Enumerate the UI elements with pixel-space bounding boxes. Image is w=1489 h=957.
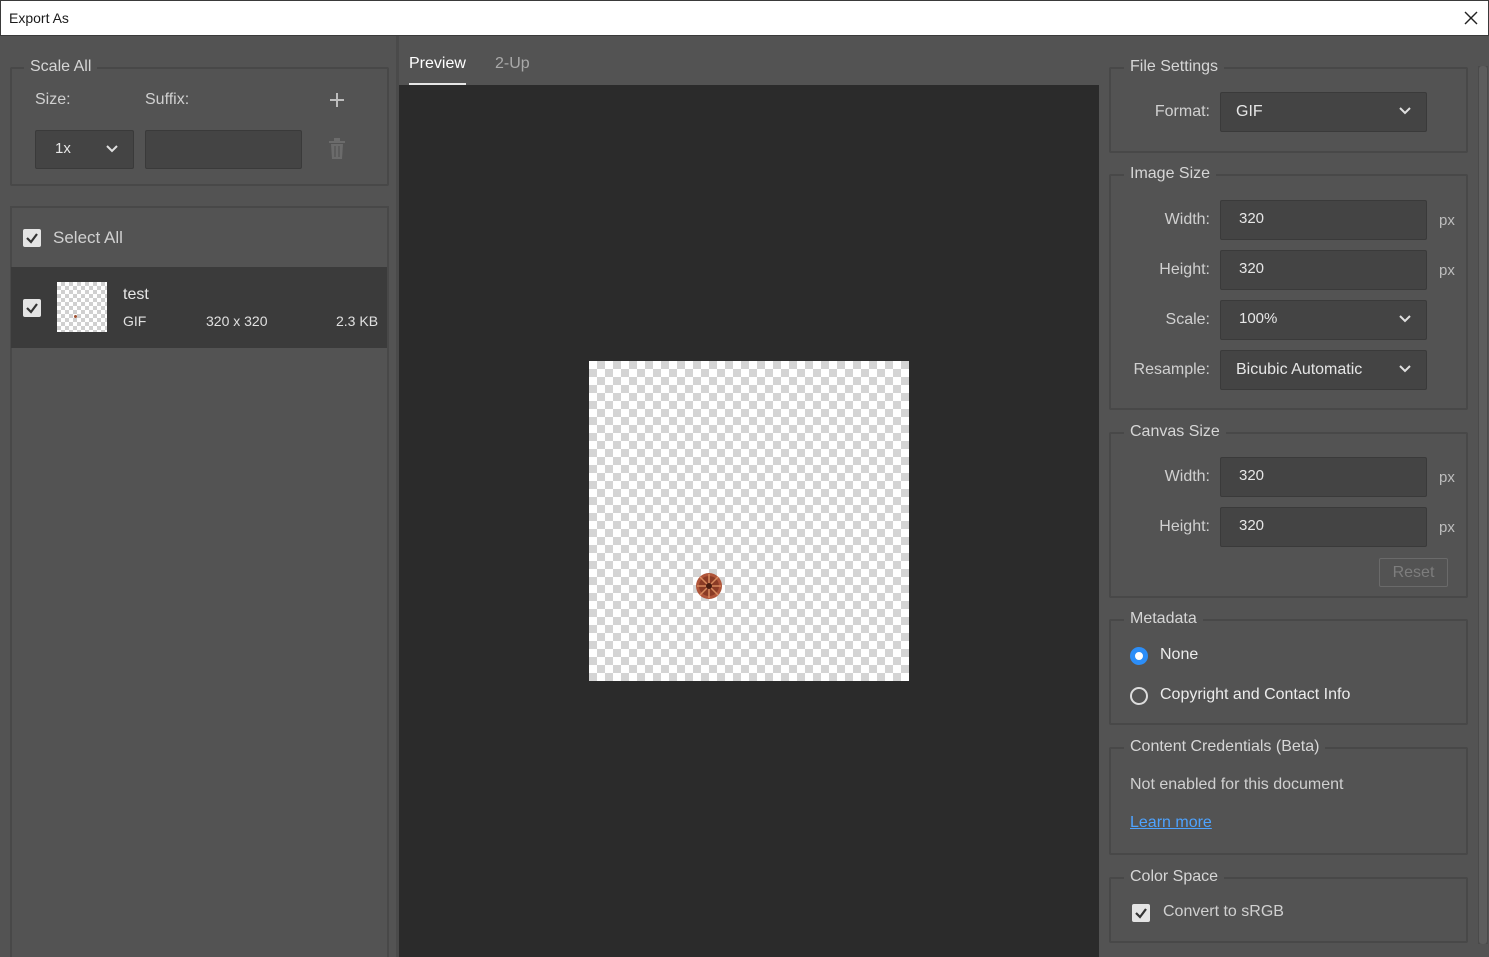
resample-label: Resample: — [1133, 361, 1210, 378]
size-dropdown-value: 1x — [55, 140, 71, 157]
flower-image — [696, 573, 722, 599]
item-format: GIF — [123, 313, 147, 329]
chevron-down-icon — [106, 145, 118, 153]
convert-srgb-checkbox[interactable] — [1132, 904, 1150, 922]
suffix-input[interactable] — [145, 130, 302, 169]
format-label: Format: — [1154, 103, 1210, 120]
item-dimensions: 320 x 320 — [206, 313, 268, 329]
content-credentials-status: Not enabled for this document — [1130, 776, 1344, 793]
scale-all-legend: Scale All — [24, 58, 98, 76]
metadata-copyright-label: Copyright and Contact Info — [1160, 686, 1351, 703]
item-thumbnail — [57, 282, 107, 332]
image-width-unit: px — [1439, 212, 1455, 229]
canvas-height-unit: px — [1439, 519, 1455, 536]
chevron-down-icon — [1399, 315, 1411, 323]
reset-button[interactable]: Reset — [1379, 558, 1448, 587]
check-icon — [26, 233, 38, 244]
resample-dropdown[interactable]: Bicubic Automatic — [1220, 350, 1427, 390]
image-height-label: Height: — [1159, 261, 1210, 278]
image-width-label: Width: — [1164, 211, 1210, 228]
item-name: test — [123, 286, 149, 303]
select-all-checkbox[interactable] — [23, 229, 41, 247]
image-height-unit: px — [1439, 262, 1455, 279]
thumbnail-dot — [74, 315, 77, 318]
metadata-legend: Metadata — [1124, 610, 1203, 628]
metadata-copyright-radio[interactable] — [1130, 687, 1148, 705]
resample-dropdown-value: Bicubic Automatic — [1236, 361, 1363, 378]
tab-preview[interactable]: Preview — [409, 55, 466, 73]
format-dropdown-value: GIF — [1236, 103, 1263, 120]
format-dropdown[interactable]: GIF — [1220, 92, 1427, 132]
window-title: Export As — [9, 10, 69, 26]
size-dropdown[interactable]: 1x — [35, 130, 134, 169]
item-checkbox[interactable] — [23, 299, 41, 317]
image-size-legend: Image Size — [1124, 165, 1217, 183]
scale-dropdown[interactable]: 100% — [1220, 300, 1427, 340]
trash-icon[interactable] — [327, 138, 347, 160]
color-space-legend: Color Space — [1124, 868, 1225, 886]
plus-icon[interactable] — [328, 91, 346, 109]
canvas-height-input[interactable]: 320 — [1220, 507, 1427, 547]
canvas-width-label: Width: — [1164, 468, 1210, 485]
image-width-value: 320 — [1239, 210, 1265, 227]
scrollbar-thumb[interactable] — [1479, 66, 1487, 944]
canvas-width-input[interactable]: 320 — [1220, 457, 1427, 497]
canvas-width-value: 320 — [1239, 467, 1265, 484]
metadata-group — [1109, 619, 1468, 725]
canvas-height-value: 320 — [1239, 517, 1265, 534]
title-bar: Export As — [0, 0, 1489, 36]
metadata-none-radio[interactable] — [1130, 647, 1148, 665]
learn-more-link[interactable]: Learn more — [1130, 814, 1212, 832]
content-credentials-legend: Content Credentials (Beta) — [1124, 738, 1326, 756]
convert-srgb-label: Convert to sRGB — [1163, 903, 1284, 920]
file-settings-legend: File Settings — [1124, 58, 1225, 76]
canvas-size-legend: Canvas Size — [1124, 423, 1226, 441]
image-height-value: 320 — [1239, 260, 1265, 277]
right-panel-scrollbar[interactable] — [1478, 66, 1488, 944]
tab-2-up[interactable]: 2-Up — [495, 55, 530, 73]
suffix-label: Suffix: — [145, 91, 190, 108]
check-icon — [26, 303, 38, 314]
image-height-input[interactable]: 320 — [1220, 250, 1427, 290]
scale-label: Scale: — [1165, 311, 1210, 328]
item-file-size: 2.3 KB — [336, 313, 379, 329]
canvas-width-unit: px — [1439, 469, 1455, 486]
metadata-none-label: None — [1160, 646, 1199, 663]
chevron-down-icon — [1399, 107, 1411, 115]
check-icon — [1135, 908, 1147, 919]
close-icon[interactable] — [1458, 5, 1484, 31]
size-label: Size: — [35, 91, 71, 108]
select-all-label: Select All — [53, 228, 123, 247]
content-credentials-group — [1109, 747, 1468, 855]
canvas-height-label: Height: — [1159, 518, 1210, 535]
scale-dropdown-value: 100% — [1239, 310, 1278, 327]
preview-canvas — [589, 361, 909, 681]
chevron-down-icon — [1399, 365, 1411, 373]
image-width-input[interactable]: 320 — [1220, 200, 1427, 240]
